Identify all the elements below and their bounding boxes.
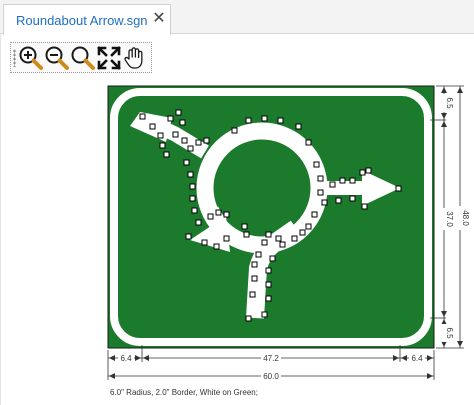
dim-total-width: 60.0 — [263, 372, 279, 381]
dim-bottom-margin: 6.5 — [445, 327, 454, 339]
dim-legend-width: 47.2 — [263, 354, 279, 363]
sign-description: 6.0" Radius, 2.0" Border, White on Green… — [110, 388, 258, 397]
dim-right-margin: 6.4 — [411, 354, 423, 363]
dim-left-margin: 6.4 — [120, 354, 132, 363]
dim-legend-height: 37.0 — [445, 211, 454, 227]
dim-total-height: 48.0 — [461, 210, 470, 226]
dim-top-margin: 6.5 — [445, 97, 454, 109]
sign-drawing: 6.4 47.2 6.4 60.0 6.5 37.0 6.5 48.0 — [107, 85, 470, 381]
